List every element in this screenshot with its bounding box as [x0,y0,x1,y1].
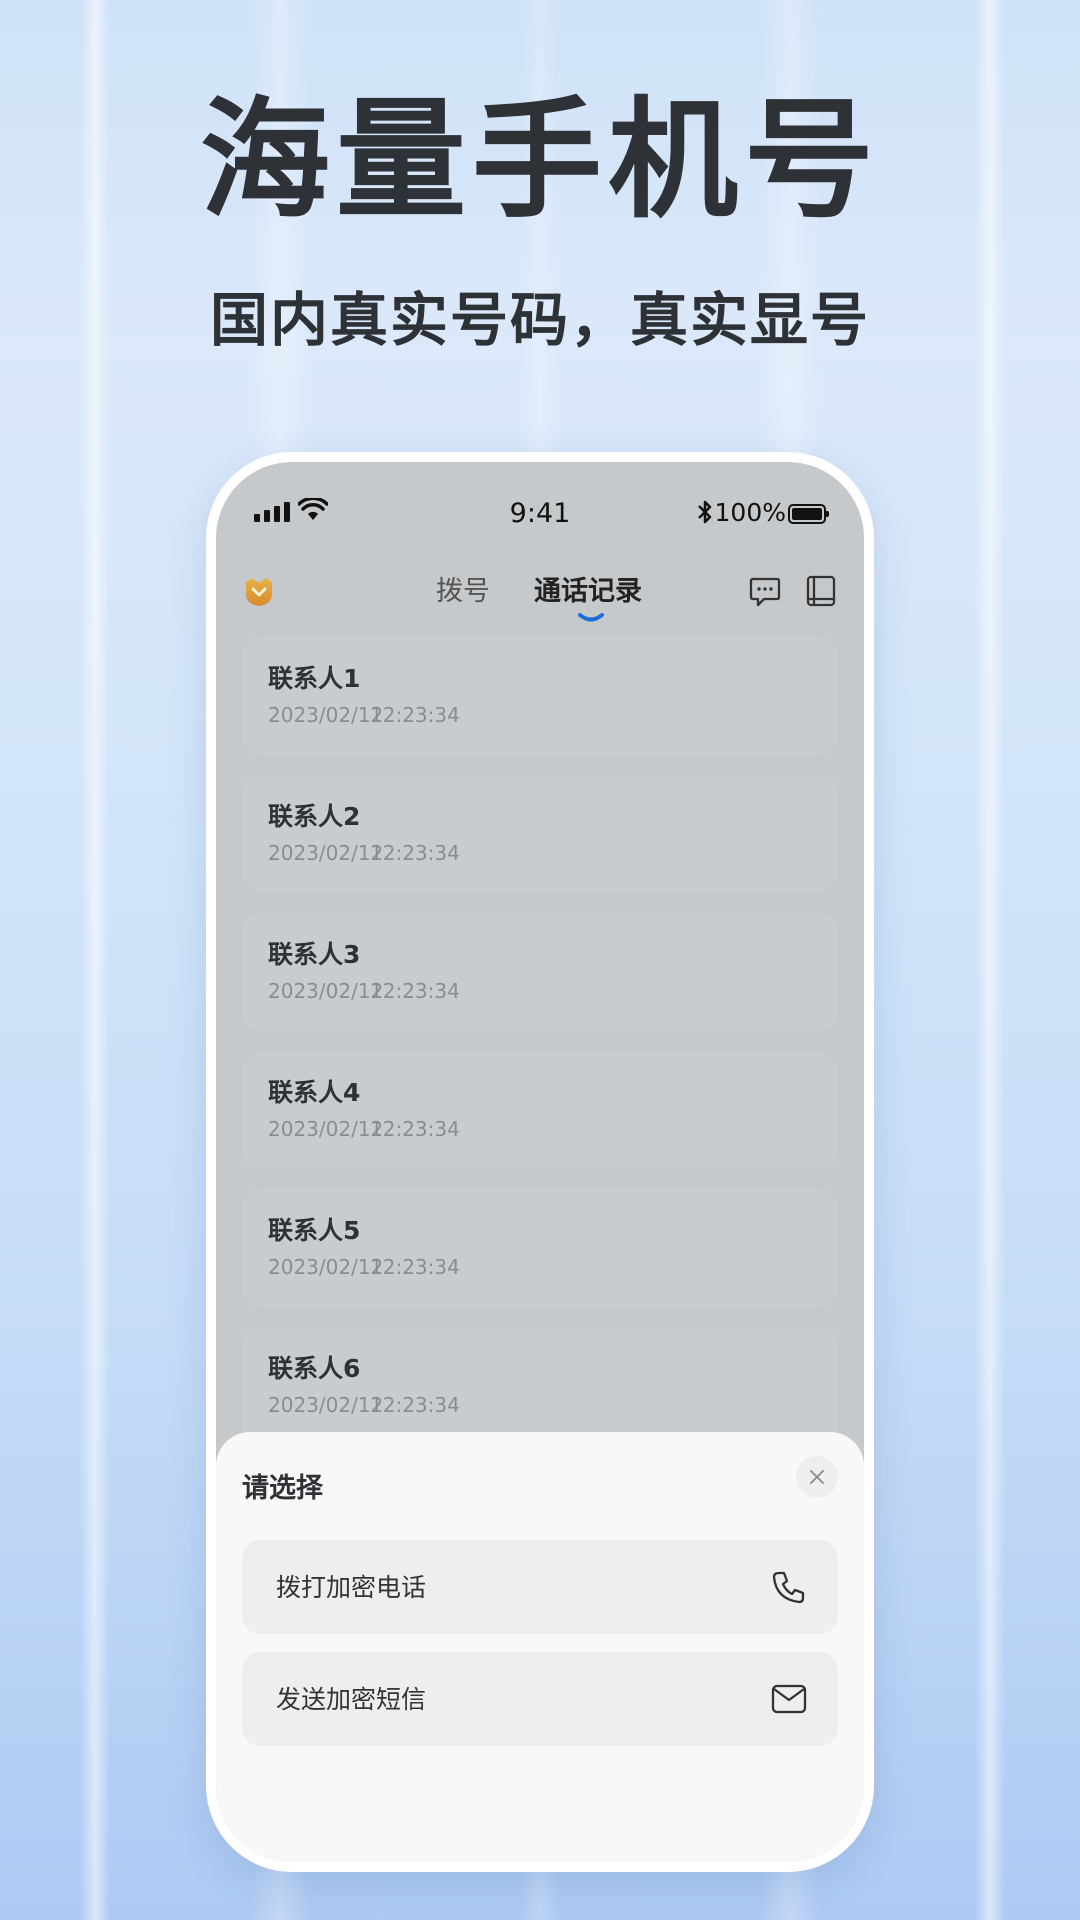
battery-percent: 100% [714,498,786,527]
call-log-item[interactable]: 联系人3 2023/02/12 12:23:34 [242,913,838,1031]
call-date: 2023/02/12 [268,1117,384,1141]
call-time: 12:23:34 [370,1117,460,1141]
option-label: 拨打加密电话 [276,1573,427,1602]
call-time: 12:23:34 [370,1393,460,1417]
call-date: 2023/02/12 [268,703,384,727]
contact-name: 联系人6 [268,1354,361,1383]
status-bar: 9:41 100% [216,488,864,529]
close-icon [810,1470,824,1484]
contact-name: 联系人5 [268,1216,361,1245]
contacts-book-icon[interactable] [804,574,838,608]
call-log-item[interactable]: 联系人4 2023/02/12 12:23:34 [242,1051,838,1169]
message-icon[interactable] [748,574,782,608]
sheet-title: 请选择 [242,1473,323,1504]
call-log-item[interactable]: 联系人5 2023/02/12 12:23:34 [242,1189,838,1307]
contact-name: 联系人4 [268,1078,361,1107]
encrypted-call-option[interactable]: 拨打加密电话 [242,1540,838,1634]
bluetooth-icon [698,500,712,524]
call-date: 2023/02/12 [268,979,384,1003]
contact-name: 联系人2 [268,802,361,831]
call-log-item[interactable]: 联系人1 2023/02/12 12:23:34 [242,637,838,755]
tab-call-log[interactable]: 通话记录 [534,572,642,612]
encrypted-sms-option[interactable]: 发送加密短信 [242,1652,838,1746]
call-date: 2023/02/12 [268,1255,384,1279]
top-nav: 拨号 通话记录 [216,562,864,622]
mail-icon [771,1684,807,1714]
phone-screen: 9:41 100% 拨号 通话记录 联系人1 2023/02/12 12:23:… [216,462,864,1862]
call-time: 12:23:34 [370,841,460,865]
call-time: 12:23:34 [370,1255,460,1279]
call-date: 2023/02/12 [268,1393,384,1417]
call-log-item[interactable]: 联系人2 2023/02/12 12:23:34 [242,775,838,893]
call-time: 12:23:34 [370,703,460,727]
battery-icon [788,504,829,524]
shield-icon[interactable] [242,574,276,608]
tab-dial[interactable]: 拨号 [436,572,490,612]
action-sheet: 请选择 拨打加密电话 发送加密短信 [216,1432,864,1862]
phone-mockup: 9:41 100% 拨号 通话记录 联系人1 2023/02/12 12:23:… [206,452,874,1872]
phone-icon [772,1571,805,1604]
contact-name: 联系人1 [268,664,361,693]
contact-name: 联系人3 [268,940,361,969]
call-log-item[interactable]: 联系人6 2023/02/12 12:23:34 [242,1327,838,1445]
promo-headline: 海量手机号 [199,84,880,236]
call-time: 12:23:34 [370,979,460,1003]
close-button[interactable] [796,1456,838,1498]
option-label: 发送加密短信 [276,1685,427,1714]
call-log-list: 联系人1 2023/02/12 12:23:34 联系人2 2023/02/12… [242,637,838,1465]
active-tab-indicator [578,613,604,622]
promo-subline: 国内真实号码，真实显号 [209,286,870,354]
call-date: 2023/02/12 [268,841,384,865]
